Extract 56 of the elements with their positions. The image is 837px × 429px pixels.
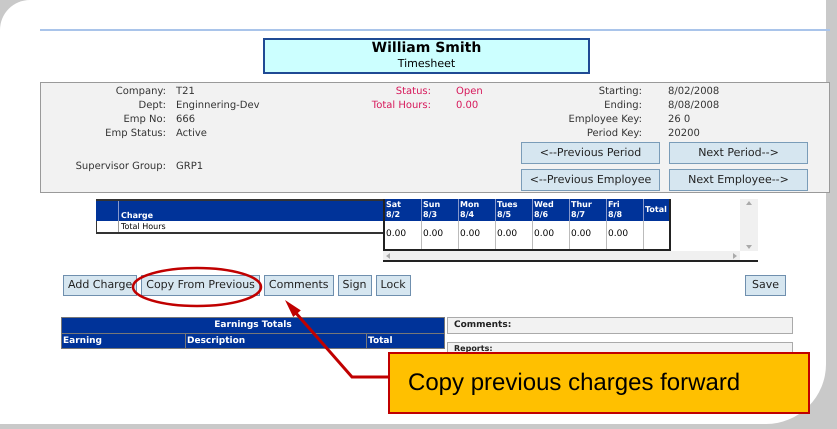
column-header: Total (644, 204, 668, 216)
nav-button[interactable]: <--Previous Employee (521, 169, 660, 191)
field-value: Open (456, 85, 484, 99)
field-value: 0.00 (456, 99, 480, 113)
field-label: Period Key: (586, 127, 642, 141)
column-header: Description (186, 334, 366, 348)
left-arrow-icon[interactable] (386, 252, 390, 258)
field-value: Enginnering-Dev (176, 99, 261, 113)
right-arrow-icon[interactable] (733, 252, 737, 258)
save-button[interactable]: Save (744, 275, 786, 296)
field-label: Total Hours: (370, 99, 431, 113)
field-label: Status: (394, 85, 431, 99)
table-cell: 0.00 (570, 221, 607, 249)
table-cell: 0.00 (533, 221, 570, 249)
page-title: Timesheet (398, 57, 456, 71)
table-title: Earnings Totals (62, 318, 444, 333)
field-label: Emp No: (122, 113, 166, 127)
field-value: 666 (176, 113, 196, 127)
column-header: Total (367, 334, 444, 348)
up-arrow-icon[interactable] (746, 201, 752, 205)
field-value: 8/02/2008 (668, 85, 720, 99)
callout-text: Copy previous charges forward (408, 368, 740, 398)
field-value: 26 0 (668, 113, 692, 127)
field-label: Dept: (138, 99, 166, 113)
action-button[interactable]: Copy From Previous (141, 275, 260, 296)
action-button[interactable]: Comments (264, 275, 334, 296)
table-cell: 0.00 (607, 221, 644, 249)
table-cell: 0.00 (385, 221, 422, 249)
table-cell: 0.00 (496, 221, 533, 249)
field-label: Emp Status: (104, 127, 166, 141)
field-value: Active (176, 127, 208, 141)
nav-button[interactable]: <--Previous Period (521, 142, 660, 164)
field-label: Supervisor Group: (74, 160, 166, 174)
column-header: Earning (62, 334, 185, 348)
employee-name: William Smith (372, 40, 482, 57)
column-header: Charge (120, 210, 154, 221)
action-button[interactable]: Add Charge (63, 275, 138, 296)
comments-panel: Comments: (447, 317, 793, 334)
table-cell: 0.00 (422, 221, 459, 249)
nav-button[interactable]: Next Period--> (669, 142, 808, 164)
vertical-scrollbar[interactable] (740, 199, 758, 251)
field-value: 20200 (668, 127, 701, 141)
down-arrow-icon[interactable] (746, 245, 752, 249)
field-label: Starting: (598, 85, 642, 99)
field-label: Employee Key: (568, 113, 642, 127)
action-button[interactable]: Lock (376, 275, 411, 296)
horizontal-scrollbar[interactable] (383, 251, 740, 260)
table-cell-text: Total Hours (120, 221, 167, 232)
field-value: 8/08/2008 (668, 99, 720, 113)
table-cell: 0.00 (459, 221, 496, 249)
field-value: T21 (176, 85, 196, 99)
field-label: Company: (114, 85, 166, 99)
nav-button[interactable]: Next Employee--> (669, 169, 808, 191)
action-button[interactable]: Sign (338, 275, 372, 296)
field-value: GRP1 (176, 160, 204, 174)
field-label: Ending: (603, 99, 642, 113)
